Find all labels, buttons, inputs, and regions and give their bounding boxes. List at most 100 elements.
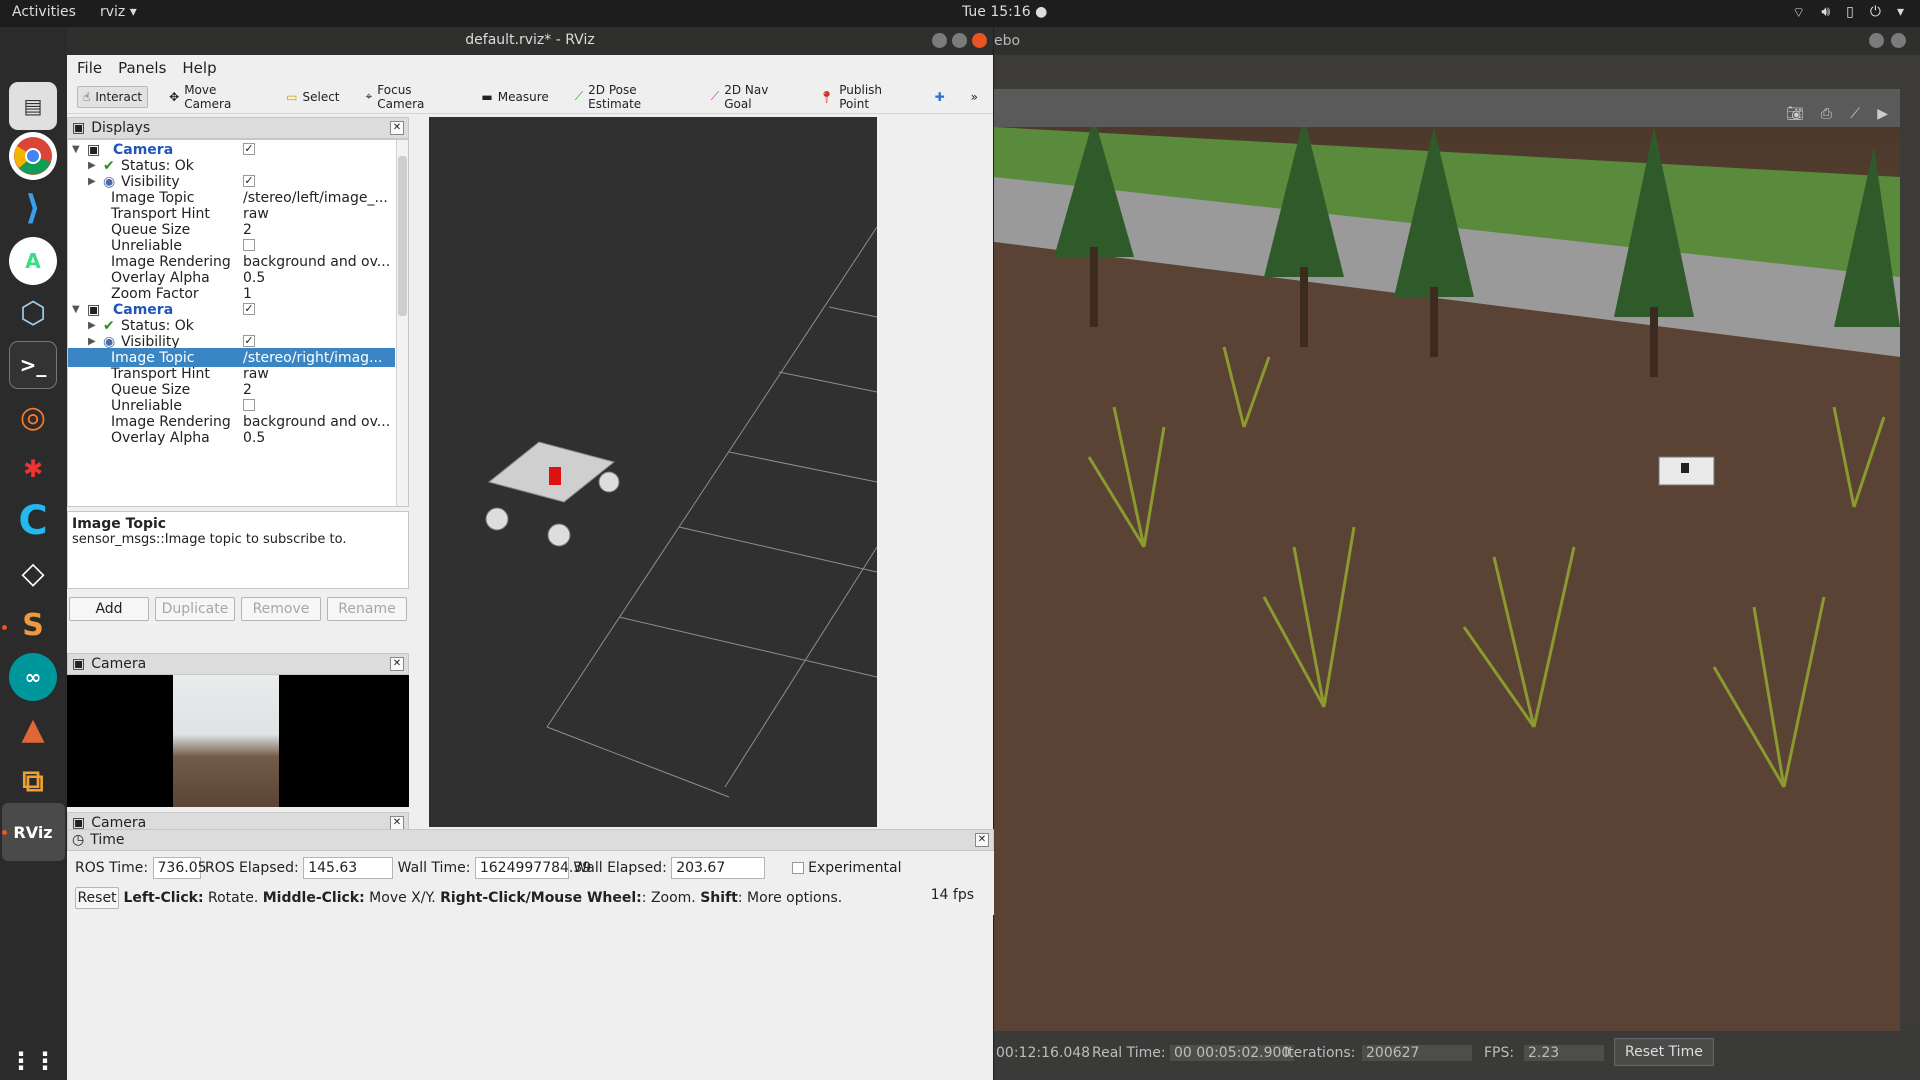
enabled-checkbox[interactable]: ✓ [243,303,255,315]
vscode-icon[interactable]: ⟩ [9,184,57,232]
ros-time-field[interactable]: 736.05 [152,857,207,879]
menu-help[interactable]: Help [182,59,216,77]
iterations-value: 200627 [1362,1045,1472,1061]
minimize-icon[interactable] [932,33,947,48]
plot-icon[interactable]: ⟋ [1850,106,1860,122]
visibility-checkbox[interactable]: ✓ [243,175,255,187]
expand-arrow-icon[interactable]: ▼ [72,144,80,155]
3d-render-view[interactable] [429,117,878,827]
displays-header: ▣ Displays ✕ [67,117,409,139]
chevron-down-icon: ▾ [129,4,137,20]
real-time-value: 00 00:05:02.900 [1170,1045,1295,1061]
virtualbox-icon[interactable]: ⬡ [9,289,57,337]
close-icon[interactable]: ✕ [390,816,404,830]
log-icon[interactable]: ⎙ [1821,106,1832,122]
clion-icon[interactable]: C [9,497,57,545]
close-icon[interactable]: ✕ [390,657,404,671]
expand-arrow-icon[interactable]: ▶ [88,176,96,187]
visibility-checkbox[interactable]: ✓ [243,335,255,347]
expand-arrow-icon[interactable]: ▼ [72,304,80,315]
close-icon[interactable]: ✕ [975,833,989,847]
android-studio-icon[interactable]: A [9,237,57,285]
reset-time-button[interactable]: Reset Time [1614,1038,1714,1066]
tree-scrollbar[interactable] [396,140,408,506]
publish-point-tool[interactable]: 📍︎ Publish Point [814,80,914,114]
expand-arrow-icon[interactable]: ▶ [88,336,96,347]
activities-button[interactable]: Activities [12,4,76,20]
remove-button[interactable]: Remove [241,597,321,621]
system-tray[interactable]: ⌔ 🔊︎ ▯ ⏻ ▾ [1792,4,1904,22]
unreliable-checkbox[interactable] [243,239,255,251]
camera-image-view[interactable] [67,675,409,807]
ros-elapsed-field[interactable]: 145.63 [303,857,394,879]
row-value[interactable]: 0.5 [243,430,393,446]
fps-label: FPS: [1484,1045,1515,1061]
focus-camera-tool[interactable]: ⌖ Focus Camera [361,80,461,114]
time-body: ROS Time: 736.05 ROS Elapsed: 145.63 Wal… [67,851,994,885]
minimize-icon[interactable] [1869,33,1884,48]
volume-icon: 🔊︎ [1821,4,1831,20]
coppeliasim-icon[interactable]: ✱ [9,445,57,493]
iterations-label: Iterations: [1284,1045,1356,1061]
rename-button[interactable]: Rename [327,597,407,621]
add-tool-button[interactable]: ✚ [930,87,950,107]
add-button[interactable]: Add [69,597,149,621]
description-text: sensor_msgs::Image topic to subscribe to… [72,532,347,547]
video-icon[interactable]: ▶ [1877,106,1888,122]
property-description: Image Topic sensor_msgs::Image topic to … [67,511,409,589]
maximize-icon[interactable] [952,33,967,48]
hint-right-click-action: : Zoom. [641,890,696,906]
select-tool[interactable]: ▭ Select [281,87,344,107]
menu-panels[interactable]: Panels [118,59,166,77]
show-apps-icon[interactable]: ⋮⋮ [9,1037,57,1080]
sublime-text-icon[interactable]: S [9,601,57,649]
move-camera-tool[interactable]: ✥ Move Camera [164,80,265,114]
enabled-checkbox[interactable]: ✓ [243,143,255,155]
toolbar-overflow-button[interactable]: » [966,87,983,107]
focus-icon: ⌖ [365,89,373,103]
ros-time-label: ROS Time: [75,860,149,876]
tree-row[interactable]: Overlay Alpha 0.5 [68,428,395,447]
clock[interactable]: Tue 15:16 ● [962,4,1047,20]
maximize-icon[interactable] [1891,33,1906,48]
wall-time-field[interactable]: 1624997784.39 [474,857,591,879]
displays-tree[interactable]: ▼ ▣ Camera ✓ ▶ ✔ Status: Ok ▶ ◉ Visibility ✓ Ima… [67,139,409,507]
gazebo-scene-graphic [994,127,1900,1047]
menu-file[interactable]: File [77,59,102,77]
stack-icon[interactable]: ⧉ [9,757,57,805]
dock: ▤ ⟩ A ⬡ >_ ◎ ✱ C ◇ S ∞ ▲ ⧉ RViz ⋮⋮ [0,27,67,1080]
displays-panel: ▣ Displays ✕ ▼ ▣ Camera ✓ ▶ ✔ Status: Ok ▶ ◉ Vi… [67,117,409,651]
time-panel: ◷ Time ✕ ROS Time: 736.05 ROS Elapsed: 1… [67,829,994,1080]
unity-icon[interactable]: ◇ [9,549,57,597]
terminal-icon[interactable]: >_ [9,341,57,389]
wall-elapsed-field[interactable]: 203.67 [671,857,766,879]
real-time-label: Real Time: [1092,1045,1166,1061]
files-icon[interactable]: ▤ [9,82,57,130]
measure-tool[interactable]: ▬ Measure [476,87,553,107]
hint-shift: Shift [700,890,738,906]
power-icon: ⏻ [1869,4,1881,20]
experimental-checkbox[interactable] [791,862,804,874]
hint-left-click-action: Rotate. [208,890,259,906]
rviz-icon[interactable]: RViz [9,808,57,856]
expand-arrow-icon[interactable]: ▶ [88,160,96,171]
hint-shift-action: : More options. [737,890,843,906]
reset-button[interactable]: Reset [75,887,119,909]
close-icon[interactable]: ✕ [390,121,404,135]
gazebo-3d-scene[interactable] [994,127,1900,1047]
scrollbar-thumb[interactable] [398,156,407,316]
app-menu[interactable]: rviz ▾ [100,4,137,20]
chrome-icon[interactable] [9,132,57,180]
nav-goal-tool[interactable]: ⟋ 2D Nav Goal [706,80,798,114]
wall-elapsed-label: Wall Elapsed: [573,860,667,876]
screenshot-icon[interactable]: 📷︎ [1786,106,1804,122]
blender-icon[interactable]: ◎ [9,393,57,441]
arduino-icon[interactable]: ∞ [9,653,57,701]
close-icon[interactable] [972,33,987,48]
matlab-icon[interactable]: ▲ [9,705,57,753]
unreliable-checkbox[interactable] [243,399,255,411]
expand-arrow-icon[interactable]: ▶ [88,320,96,331]
duplicate-button[interactable]: Duplicate [155,597,235,621]
interact-tool[interactable]: ☝ Interact [77,85,149,108]
pose-estimate-tool[interactable]: ⟋ 2D Pose Estimate [570,80,690,114]
